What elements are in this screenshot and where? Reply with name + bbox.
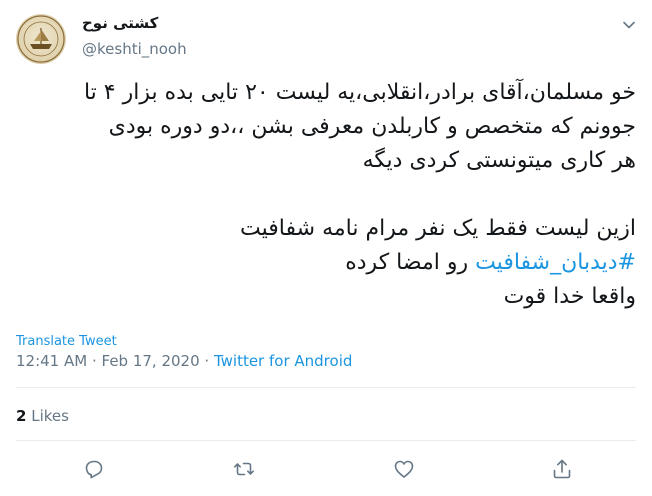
likes-count[interactable]: 2 Likes	[16, 407, 69, 425]
divider	[16, 387, 636, 388]
likes-number: 2	[16, 407, 27, 425]
meta-separator: ·	[199, 352, 214, 370]
hashtag-link[interactable]: #دیدبان_شفافیت	[475, 250, 636, 275]
tweet-line: واقعا خدا قوت	[503, 284, 636, 309]
tweet-line: خو مسلمان،آقای برادر،انقلابی،یه لیست ۲۰ …	[83, 80, 636, 105]
divider	[16, 440, 636, 441]
likes-label: Likes	[31, 407, 69, 425]
tweet-line: جوونم که متخصص و کاربلدن معرفی بشن ،،دو …	[108, 114, 636, 139]
tweet-line-rest: رو امضا کرده	[345, 250, 476, 275]
reply-icon[interactable]	[82, 457, 106, 481]
tweet-text: خو مسلمان،آقای برادر،انقلابی،یه لیست ۲۰ …	[16, 76, 636, 314]
author-handle[interactable]: @keshti_nooh	[82, 40, 187, 58]
meta-separator: ·	[87, 352, 102, 370]
heart-icon[interactable]	[392, 457, 416, 481]
tweet-meta: 12:41 AM · Feb 17, 2020 · Twitter for An…	[16, 352, 352, 370]
tweet-date[interactable]: Feb 17, 2020	[102, 352, 200, 370]
avatar[interactable]	[16, 14, 66, 64]
tweet-source-link[interactable]: Twitter for Android	[214, 352, 352, 370]
tweet-line-with-hashtag: #دیدبان_شفافیت رو امضا کرده	[16, 246, 636, 280]
chevron-down-icon[interactable]	[620, 16, 638, 34]
author-name[interactable]: کشتی نوح	[82, 14, 158, 32]
tweet-line: ازین لیست فقط یک نفر مرام نامه شفافیت	[240, 216, 636, 241]
tweet-time[interactable]: 12:41 AM	[16, 352, 87, 370]
share-icon[interactable]	[550, 457, 574, 481]
translate-tweet-link[interactable]: Translate Tweet	[16, 334, 117, 349]
retweet-icon[interactable]	[232, 457, 256, 481]
tweet-line: هر کاری میتونستی کردی دیگه	[362, 148, 636, 173]
